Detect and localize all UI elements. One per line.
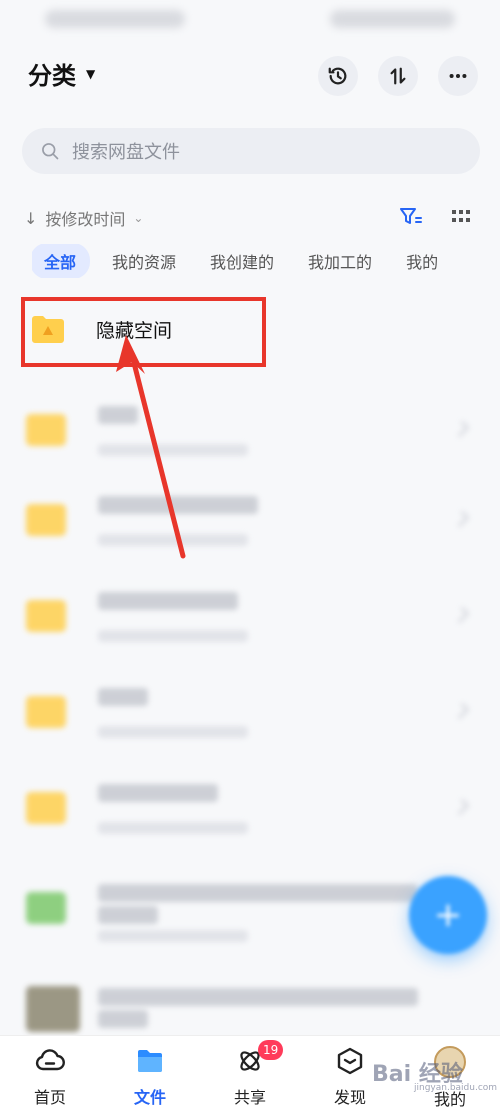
- nav-files-label: 文件: [133, 1088, 166, 1107]
- chevron-right-icon: [452, 798, 470, 816]
- list-item[interactable]: [26, 776, 486, 846]
- tab-all[interactable]: 全部: [32, 244, 91, 278]
- tab-more[interactable]: 我的: [406, 249, 438, 273]
- list-item[interactable]: [26, 398, 486, 468]
- nav-home-label: 首页: [33, 1088, 66, 1107]
- search-icon: [42, 143, 59, 160]
- sort-selector[interactable]: ↓ 按修改时间 ⌄: [24, 206, 143, 230]
- grid-view-icon[interactable]: [452, 209, 470, 225]
- page-title: 分类: [28, 62, 76, 90]
- image-thumbnail: [26, 986, 80, 1032]
- folder-icon: [26, 696, 66, 728]
- status-bar: [0, 0, 500, 40]
- list-item[interactable]: [26, 680, 486, 750]
- add-fab-button[interactable]: +: [409, 876, 487, 954]
- history-icon: [328, 67, 347, 85]
- transfer-icon: [390, 67, 406, 85]
- chevron-right-icon: [452, 510, 470, 528]
- search-placeholder: 搜索网盘文件: [72, 142, 180, 163]
- filter-icon[interactable]: [400, 207, 422, 227]
- sort-arrow-icon: ↓: [24, 208, 38, 228]
- discover-cube-icon: [337, 1047, 363, 1075]
- folder-icon: [26, 792, 66, 824]
- folder-icon: [26, 504, 66, 536]
- file-icon: [26, 892, 66, 924]
- nav-home[interactable]: 首页: [10, 1046, 90, 1108]
- search-input[interactable]: 搜索网盘文件: [22, 128, 480, 174]
- nav-share-label: 共享: [233, 1088, 266, 1107]
- chevron-down-icon: ⌄: [133, 211, 144, 225]
- category-tabs: 全部 我的资源 我创建的 我加工的 我的: [32, 244, 500, 278]
- share-badge: 19: [258, 1040, 284, 1060]
- chevron-right-icon: [452, 702, 470, 720]
- category-title[interactable]: 分类 ▼: [28, 56, 95, 91]
- tab-created-by-me[interactable]: 我创建的: [210, 249, 274, 273]
- list-item[interactable]: [26, 584, 486, 654]
- folder-icon: [138, 1050, 162, 1072]
- status-blur-right: [330, 10, 455, 28]
- watermark-url: jingyan.baidu.com: [414, 1083, 498, 1093]
- highlight-annotation-box: [21, 297, 266, 367]
- status-blur-left: [45, 10, 185, 28]
- plus-icon: +: [433, 895, 463, 935]
- tab-processed-by-me[interactable]: 我加工的: [308, 249, 372, 273]
- list-item[interactable]: [26, 488, 486, 558]
- nav-files[interactable]: 文件: [110, 1046, 190, 1108]
- folder-icon: [26, 414, 66, 446]
- history-button[interactable]: [318, 56, 358, 96]
- tab-my-resources[interactable]: 我的资源: [112, 249, 176, 273]
- cloud-home-icon: [35, 1049, 65, 1071]
- sort-label: 按修改时间: [45, 210, 126, 229]
- more-button[interactable]: [438, 56, 478, 96]
- transfer-button[interactable]: [378, 56, 418, 96]
- folder-icon: [26, 600, 66, 632]
- chevron-right-icon: [452, 606, 470, 624]
- chevron-right-icon: [452, 420, 470, 438]
- nav-share[interactable]: 19 共享: [210, 1040, 290, 1108]
- dropdown-caret-icon: ▼: [86, 66, 96, 81]
- more-icon: [449, 73, 467, 79]
